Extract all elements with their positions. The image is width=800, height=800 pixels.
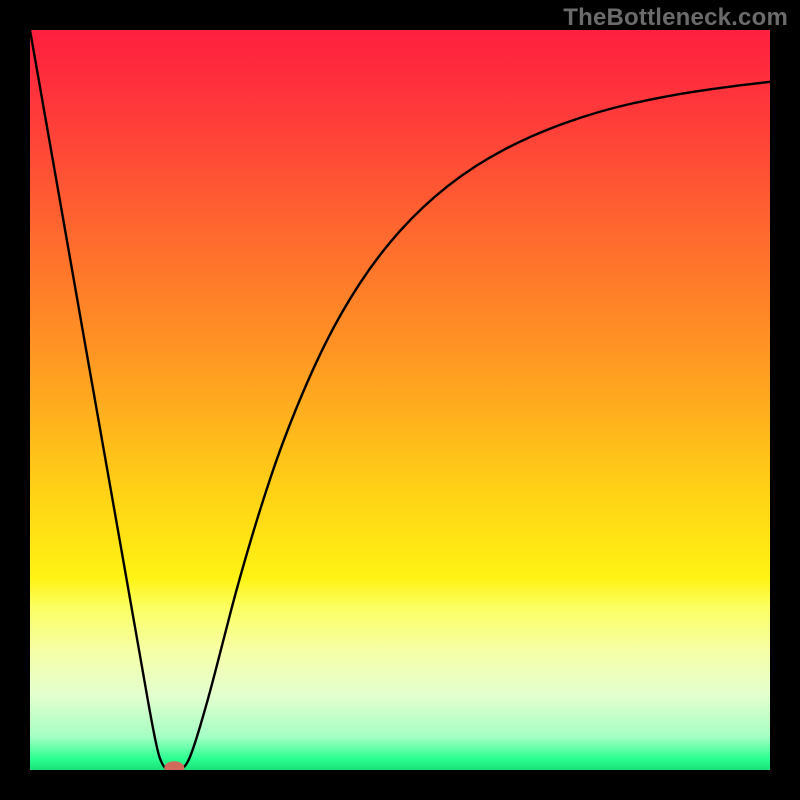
chart-svg bbox=[30, 30, 770, 770]
chart-frame: TheBottleneck.com bbox=[0, 0, 800, 800]
watermark-text: TheBottleneck.com bbox=[563, 4, 788, 32]
plot-area bbox=[30, 30, 770, 770]
